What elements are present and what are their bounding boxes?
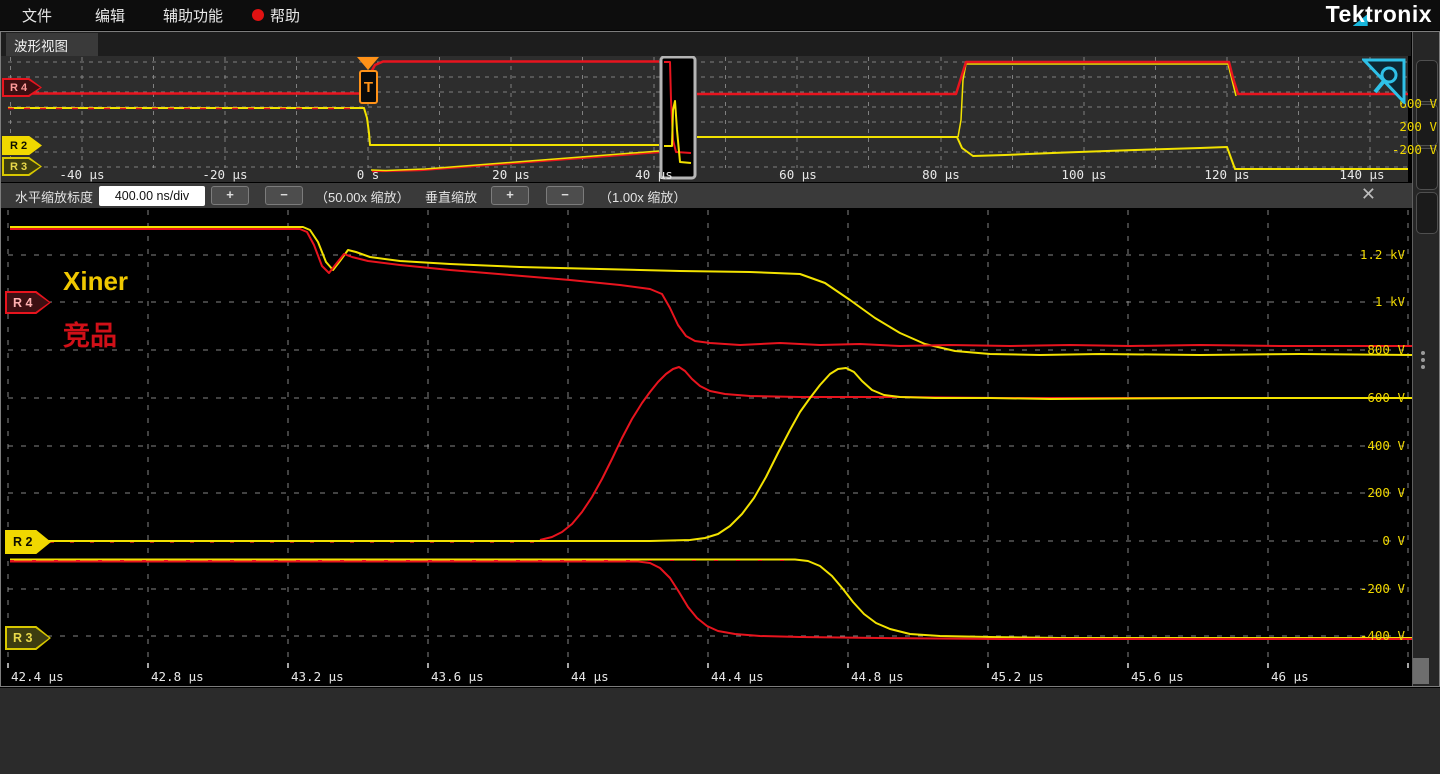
v-zoom-out-button[interactable]: − [546,186,584,205]
svg-text:80 μs: 80 μs [922,167,960,182]
svg-text:44 μs: 44 μs [571,669,609,684]
overview-badge-r4[interactable]: R 4 [2,78,42,97]
svg-text:120 μs: 120 μs [1204,167,1249,182]
menu-help[interactable]: 帮助 [270,5,300,26]
svg-text:40 μs: 40 μs [635,167,673,182]
v-zoom-factor: （1.00x 缩放） [599,187,686,206]
main-badge-r3[interactable]: R 3 [5,626,51,650]
overview-badge-r2[interactable]: R 2 [2,136,42,155]
svg-text:400 V: 400 V [1367,438,1405,453]
svg-text:-400 V: -400 V [1360,628,1406,643]
svg-text:600 V: 600 V [1367,390,1405,405]
annotation-competitor: 竞品 [63,314,117,353]
h-zoom-scale-input[interactable] [99,186,205,206]
oscilloscope-app: 文件 编辑 辅助功能 帮助 Tektronix 波形视图 -40 μs -20 μ… [0,0,1440,774]
help-record-dot-icon [252,9,264,21]
main-waveform-plot[interactable]: 42.4 μs 42.8 μs 43.2 μs 43.6 μs 44 μs 44.4 μs… [0,208,1412,686]
menu-bar: 文件 编辑 辅助功能 帮助 Tektronix [0,0,1440,30]
svg-text:200 V: 200 V [1367,485,1405,500]
panel-drag-handle[interactable] [1421,358,1425,362]
main-badge-r2[interactable]: R 2 [5,530,51,554]
h-zoom-out-button[interactable]: − [265,186,303,205]
svg-text:0 V: 0 V [1382,533,1405,548]
menu-edit[interactable]: 编辑 [95,5,125,26]
svg-text:1 kV: 1 kV [1375,294,1406,309]
svg-text:42.8 μs: 42.8 μs [151,669,204,684]
svg-text:-200 V: -200 V [1392,142,1438,157]
svg-text:44.8 μs: 44.8 μs [851,669,904,684]
svg-text:44.4 μs: 44.4 μs [711,669,764,684]
main-badge-r4[interactable]: R 4 [5,291,51,314]
svg-text:200 V: 200 V [1399,119,1437,134]
svg-text:-40 μs: -40 μs [59,167,104,182]
trigger-marker-badge[interactable]: T [359,70,378,104]
svg-text:45.2 μs: 45.2 μs [991,669,1044,684]
panel-drag-handle[interactable] [1421,351,1425,355]
svg-text:0 s: 0 s [357,167,380,182]
tektronix-logo: Tektronix [1326,1,1432,28]
menu-utility[interactable]: 辅助功能 [163,5,223,26]
zoom-overview-icon[interactable] [1362,58,1406,104]
svg-text:46 μs: 46 μs [1271,669,1309,684]
h-zoom-scale-label: 水平缩放标度 [15,187,93,206]
horizontal-scrollbar-thumb[interactable] [1413,658,1429,684]
svg-text:140 μs: 140 μs [1339,167,1384,182]
panel-drag-handle[interactable] [1421,365,1425,369]
trigger-marker-arrow-icon[interactable] [357,57,379,70]
v-zoom-label: 垂直缩放 [425,187,477,206]
bottom-control-bar: Ref 1 10 V/div1.25 GS/s150-3.3r-5… Ref 2… [0,688,1440,774]
h-zoom-in-button[interactable]: + [211,186,249,205]
view-tab-row [1,32,1411,56]
side-slot-button-4[interactable] [1416,192,1438,234]
svg-text:800 V: 800 V [1367,342,1405,357]
svg-text:43.2 μs: 43.2 μs [291,669,344,684]
close-zoom-icon[interactable]: ✕ [1361,184,1376,205]
svg-text:-200 V: -200 V [1360,581,1406,596]
svg-text:60 μs: 60 μs [779,167,817,182]
h-zoom-factor: （50.00x 缩放） [315,187,410,206]
annotation-xiner: Xiner [63,266,128,297]
menu-file[interactable]: 文件 [22,5,52,26]
v-zoom-in-button[interactable]: + [491,186,529,205]
svg-text:42.4 μs: 42.4 μs [11,669,64,684]
svg-text:-20 μs: -20 μs [202,167,247,182]
svg-text:45.6 μs: 45.6 μs [1131,669,1184,684]
overview-waveform-plot[interactable]: -40 μs -20 μs 0 s 20 μs 40 μs 60 μs 80 μs 100 μ… [0,56,1440,183]
tab-waveform-view[interactable]: 波形视图 [6,33,98,56]
overview-badge-r3[interactable]: R 3 [2,157,42,176]
zoom-toolbar: 水平缩放标度 + − （50.00x 缩放） 垂直缩放 + − （1.00x 缩… [1,183,1412,208]
svg-text:100 μs: 100 μs [1061,167,1106,182]
svg-text:43.6 μs: 43.6 μs [431,669,484,684]
svg-text:20 μs: 20 μs [492,167,530,182]
svg-text:1.2 kV: 1.2 kV [1360,247,1406,262]
